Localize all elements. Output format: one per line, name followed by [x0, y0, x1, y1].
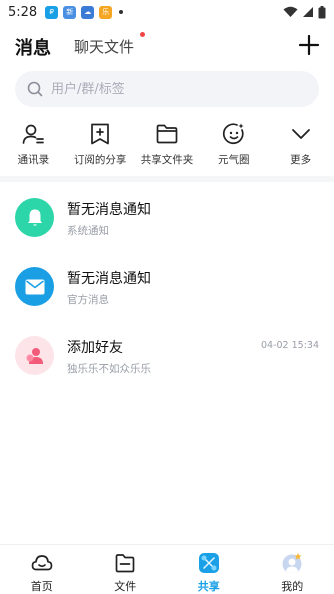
- bottom-nav: 首页 文件 共享 我的: [0, 544, 334, 594]
- file-icon: [115, 554, 135, 573]
- nav-label: 共享: [197, 580, 220, 593]
- quick-action-subscribed-share[interactable]: 订阅的分享: [67, 122, 134, 172]
- nav-label: 文件: [114, 580, 137, 593]
- circle-icon: [222, 123, 244, 145]
- message-title: 暂无消息通知: [67, 202, 151, 218]
- message-subtitle: 系统通知: [67, 225, 109, 237]
- unread-dot-icon: [140, 32, 145, 37]
- mail-icon: [25, 279, 44, 294]
- status-time: 5:28: [8, 4, 38, 20]
- quick-action-circle[interactable]: 元气圈: [200, 122, 267, 172]
- contacts-icon: [23, 124, 45, 144]
- quick-actions: 通讯录 订阅的分享 共享文件夹 元气圈 更多: [0, 122, 334, 172]
- news-app-icon: 新闻: [63, 5, 77, 29]
- nav-home[interactable]: 首页: [0, 545, 84, 594]
- message-subtitle: 独乐乐不如众乐乐: [67, 363, 151, 375]
- tab-chat-files[interactable]: 聊天文件: [74, 36, 134, 57]
- message-title: 添加好友: [67, 340, 123, 356]
- share-icon: [198, 553, 219, 573]
- status-indicators: [283, 5, 326, 19]
- message-title: 暂无消息通知: [67, 271, 151, 287]
- quick-action-more[interactable]: 更多: [267, 122, 334, 172]
- status-app-icons: ₽ 新闻 ☁ 乐: [45, 5, 124, 29]
- nav-profile[interactable]: 我的: [251, 545, 334, 594]
- subscribed-share-icon: [91, 123, 110, 145]
- message-item-add-friend[interactable]: 添加好友 独乐乐不如众乐乐 04-02 15:34: [0, 330, 334, 386]
- home-icon: [31, 555, 53, 571]
- quick-action-label: 共享文件夹: [140, 154, 194, 166]
- search-bar[interactable]: [15, 71, 319, 107]
- nav-file[interactable]: 文件: [84, 545, 168, 594]
- battery-icon: [318, 5, 326, 18]
- bell-icon: [27, 209, 42, 226]
- profile-icon: [282, 553, 302, 574]
- shared-folder-icon: [156, 124, 178, 144]
- quick-action-label: 元气圈: [218, 154, 250, 166]
- nav-share[interactable]: 共享: [167, 545, 251, 594]
- game-app-icon: 乐: [99, 5, 113, 19]
- message-item-official[interactable]: 暂无消息通知 官方消息: [0, 261, 334, 317]
- quick-action-contacts[interactable]: 通讯录: [0, 122, 67, 172]
- search-icon: [27, 81, 43, 97]
- quick-action-label: 订阅的分享: [73, 154, 127, 166]
- quick-action-shared-folder[interactable]: 共享文件夹: [134, 122, 201, 172]
- wifi-icon: [283, 6, 298, 17]
- notification-dot-icon: [119, 10, 124, 14]
- message-time: 04-02 15:34: [260, 340, 319, 351]
- search-input[interactable]: [51, 81, 291, 97]
- official-message-avatar: [15, 267, 54, 306]
- cloud-app-icon: ☁: [81, 5, 95, 19]
- quick-action-label: 通讯录: [17, 154, 50, 166]
- nav-label: 首页: [30, 580, 53, 593]
- message-subtitle: 官方消息: [67, 294, 109, 306]
- add-friend-icon: [26, 347, 43, 364]
- quick-action-label: 更多: [290, 154, 312, 166]
- payment-app-icon: ₽: [45, 5, 59, 19]
- status-bar: 5:28 ₽ 新闻 ☁ 乐: [0, 0, 334, 29]
- nav-label: 我的: [281, 580, 304, 593]
- add-button[interactable]: [298, 34, 320, 56]
- section-divider: [0, 176, 334, 182]
- add-friend-avatar: [15, 336, 54, 375]
- message-item-system[interactable]: 暂无消息通知 系统通知: [0, 192, 334, 248]
- chevron-down-icon: [291, 129, 310, 139]
- top-bar: 消息 聊天文件: [0, 28, 334, 64]
- tab-messages[interactable]: 消息: [15, 34, 51, 60]
- system-notice-avatar: [15, 198, 54, 237]
- signal-icon: [303, 7, 313, 17]
